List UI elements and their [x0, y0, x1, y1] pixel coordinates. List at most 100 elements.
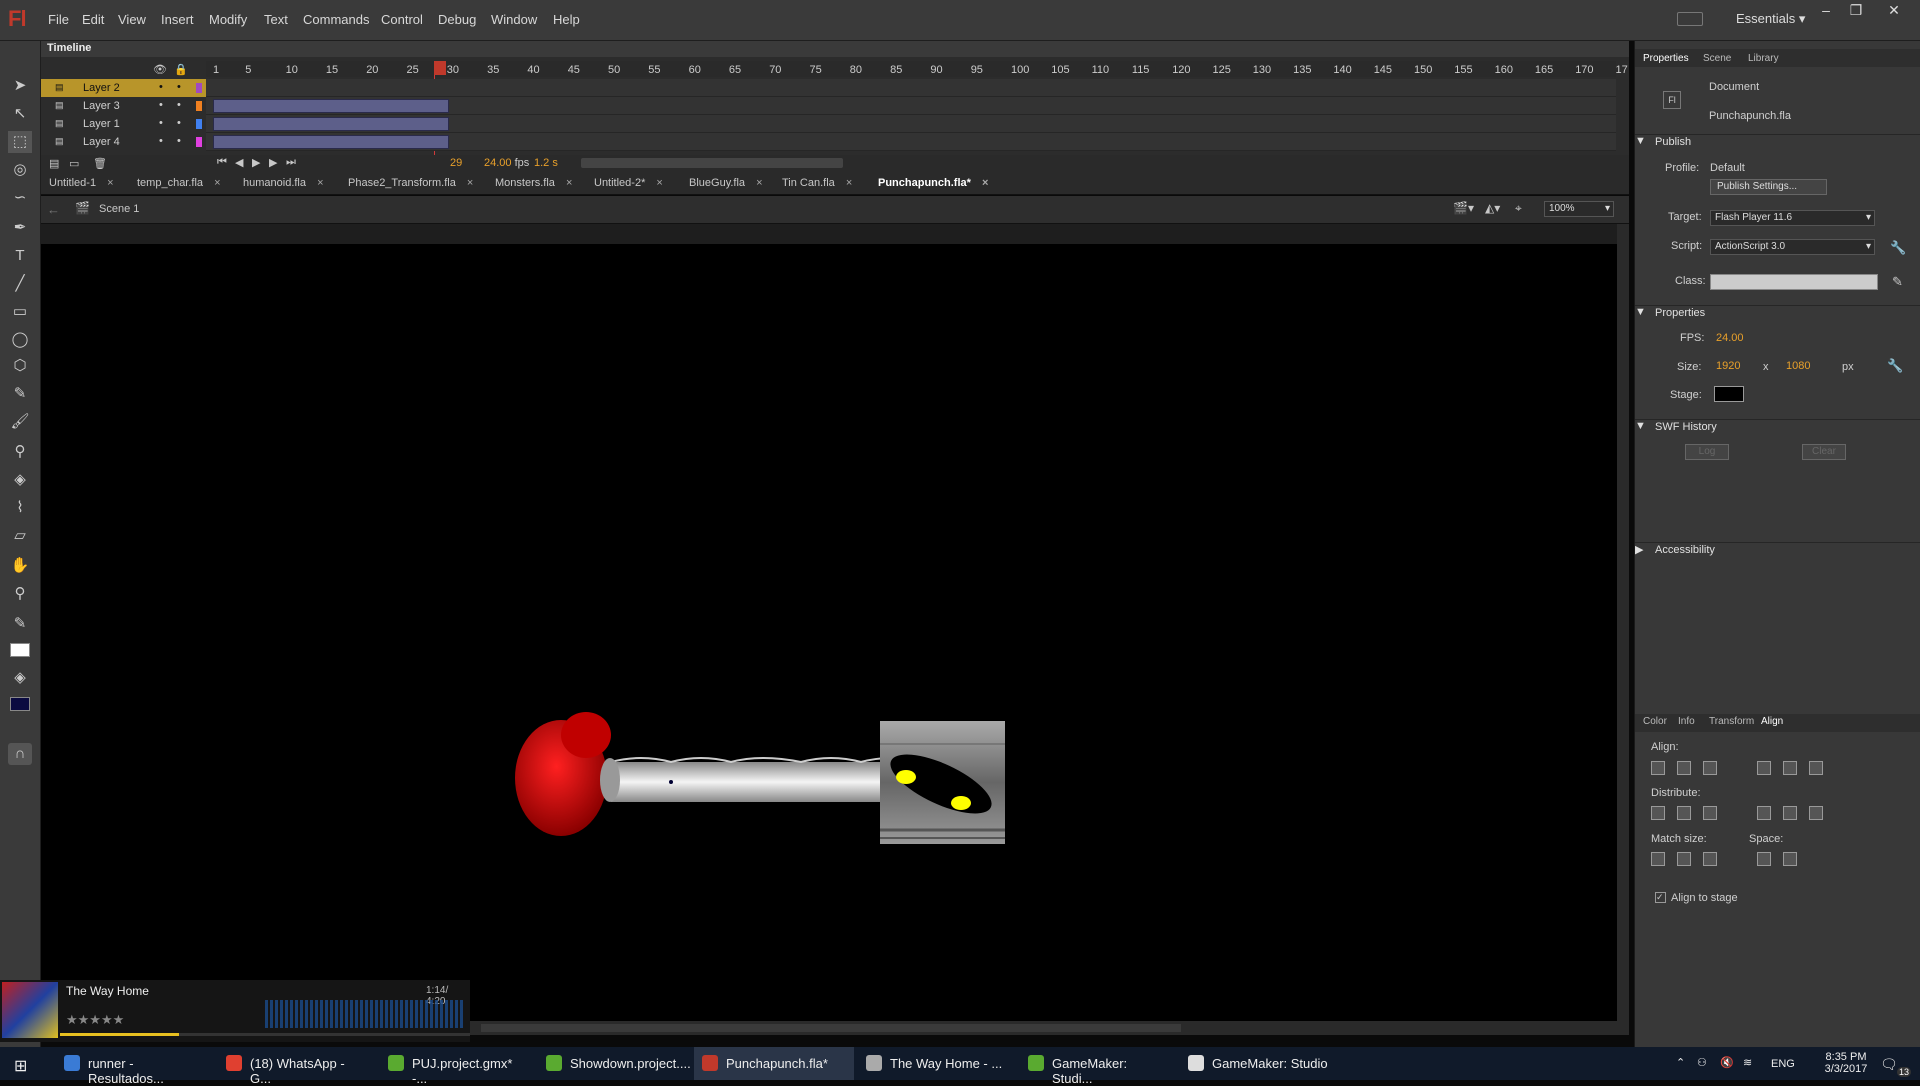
menu-window[interactable]: Window [491, 12, 537, 27]
track-rating[interactable]: ★★★★★ [66, 1012, 124, 1028]
document-tab[interactable]: Tin Can.fla × [782, 177, 852, 189]
tray-chevron-icon[interactable]: ⌃ [1676, 1047, 1685, 1080]
play-icon[interactable]: ▶ [252, 156, 260, 169]
distribute-hcenter-icon[interactable] [1783, 806, 1797, 820]
layer-outline-color[interactable] [196, 119, 202, 129]
back-arrow-icon[interactable]: ← [47, 202, 60, 217]
menu-debug[interactable]: Debug [438, 12, 476, 27]
launcher-box[interactable] [880, 721, 1005, 844]
taskbar-app[interactable]: (18) WhatsApp - G... [218, 1047, 368, 1086]
edit-scene-icon[interactable]: 🎬▾ [1453, 201, 1474, 215]
timeline-tab[interactable]: Timeline [47, 42, 91, 54]
space-horizontal-icon[interactable] [1783, 852, 1797, 866]
close-tab-icon[interactable]: × [656, 177, 662, 189]
zoom-select[interactable]: 100% ▾ [1544, 201, 1614, 217]
lock-dot[interactable]: • [177, 81, 181, 93]
snap-to-objects-icon[interactable]: ∩ [8, 743, 32, 765]
delete-layer-icon[interactable]: 🗑 [93, 157, 107, 170]
stroke-color-icon[interactable]: ✎ [8, 613, 32, 635]
layer-name[interactable]: Layer 3 [83, 100, 120, 112]
people-icon[interactable]: ⚇ [1697, 1047, 1707, 1080]
wifi-icon[interactable]: ≋ [1743, 1047, 1752, 1080]
rectangle-tool-icon[interactable]: ▭ [8, 301, 32, 323]
taskbar-app[interactable]: Punchapunch.fla* [694, 1047, 854, 1080]
stage-color-swatch[interactable] [1714, 386, 1744, 402]
document-tab[interactable]: humanoid.fla × [243, 177, 324, 189]
volume-icon[interactable]: 🔇 [1720, 1047, 1734, 1080]
show-all-layers-icon[interactable]: 👁 [153, 63, 167, 76]
lock-all-layers-icon[interactable]: 🔒 [174, 63, 188, 76]
tab-properties[interactable]: Properties [1643, 53, 1689, 64]
current-frame[interactable]: 29 [450, 157, 462, 169]
match-both-icon[interactable] [1703, 852, 1717, 866]
height-value[interactable]: 1080 [1786, 360, 1810, 372]
new-layer-icon[interactable]: ▤ [49, 157, 59, 170]
align-left-icon[interactable] [1651, 761, 1665, 775]
distribute-vcenter-icon[interactable] [1677, 806, 1691, 820]
polystar-tool-icon[interactable]: ⬡ [8, 355, 32, 377]
layer-row[interactable]: ▤ Layer 2 • • [41, 79, 206, 97]
close-tab-icon[interactable]: × [566, 177, 572, 189]
oval-tool-icon[interactable]: ◯ [8, 329, 32, 351]
distribute-left-icon[interactable] [1757, 806, 1771, 820]
sync-icon[interactable] [1677, 12, 1703, 26]
align-top-icon[interactable] [1757, 761, 1771, 775]
taskbar-app[interactable]: The Way Home - ... [858, 1047, 1008, 1080]
document-tab[interactable]: Untitled-1 × [49, 177, 114, 189]
class-input[interactable] [1710, 274, 1878, 290]
selection-tool-icon[interactable]: ➤ [8, 75, 32, 97]
layer-row[interactable]: ▤ Layer 1 • • [41, 115, 206, 133]
layer-row[interactable]: ▤ Layer 3 • • [41, 97, 206, 115]
distribute-top-icon[interactable] [1651, 806, 1665, 820]
center-stage-icon[interactable]: ⌖ [1515, 201, 1522, 216]
stroke-color-swatch[interactable] [10, 643, 30, 657]
timeline-hscroll-thumb[interactable] [581, 158, 843, 168]
hscroll-thumb[interactable] [481, 1024, 1181, 1032]
3d-rotation-tool-icon[interactable]: ◎ [8, 159, 32, 181]
taskbar-app[interactable]: runner - Resultados... [56, 1047, 206, 1086]
lock-dot[interactable]: • [177, 99, 181, 111]
menu-edit[interactable]: Edit [82, 12, 104, 27]
publish-section[interactable]: ▼ Publish [1635, 134, 1920, 150]
lock-dot[interactable]: • [177, 135, 181, 147]
tab-color[interactable]: Color [1643, 716, 1667, 727]
visibility-dot[interactable]: • [159, 117, 163, 129]
close-tab-icon[interactable]: × [982, 177, 988, 189]
publish-settings-button[interactable]: Publish Settings... [1710, 179, 1827, 195]
tab-align[interactable]: Align [1761, 716, 1783, 727]
action-center-icon[interactable]: 🗨 [1880, 1047, 1898, 1080]
motion-tween[interactable] [213, 99, 449, 113]
layer-name[interactable]: Layer 1 [83, 118, 120, 130]
fill-color-swatch[interactable] [10, 697, 30, 711]
layer-outline-color[interactable] [196, 137, 202, 147]
menu-modify[interactable]: Modify [209, 12, 247, 27]
close-tab-icon[interactable]: × [467, 177, 473, 189]
tab-library[interactable]: Library [1748, 53, 1779, 64]
fps-value[interactable]: 24.00 [1716, 332, 1744, 344]
layer-frames[interactable] [206, 79, 1616, 97]
go-first-frame-icon[interactable]: ⏮ [217, 156, 227, 169]
paint-bucket-tool-icon[interactable]: ◈ [8, 469, 32, 491]
align-bottom-icon[interactable] [1809, 761, 1823, 775]
menu-insert[interactable]: Insert [161, 12, 194, 27]
space-vertical-icon[interactable] [1757, 852, 1771, 866]
edit-class-icon[interactable]: ✎ [1892, 274, 1903, 290]
taskbar-app[interactable]: GameMaker: Studio [1180, 1047, 1330, 1080]
minimize-button[interactable]: – [1812, 2, 1840, 20]
start-windows-icon[interactable]: ⊞ [14, 1047, 27, 1080]
close-tab-icon[interactable]: × [107, 177, 113, 189]
bone-tool-icon[interactable]: ⚲ [8, 441, 32, 463]
align-hcenter-icon[interactable] [1677, 761, 1691, 775]
go-last-frame-icon[interactable]: ⏭ [286, 156, 296, 169]
document-tab[interactable]: temp_char.fla × [137, 177, 221, 189]
tab-transform[interactable]: Transform [1709, 716, 1754, 727]
close-tab-icon[interactable]: × [846, 177, 852, 189]
boxing-glove[interactable] [515, 712, 620, 836]
clock[interactable]: 8:35 PM 3/3/2017 [1818, 1051, 1874, 1075]
menu-control[interactable]: Control [381, 12, 423, 27]
accessibility-section[interactable]: ▶ Accessibility [1635, 542, 1920, 558]
align-vcenter-icon[interactable] [1783, 761, 1797, 775]
fill-color-icon[interactable]: ◈ [8, 667, 32, 689]
match-height-icon[interactable] [1677, 852, 1691, 866]
pen-tool-icon[interactable]: ✒ [8, 217, 32, 239]
